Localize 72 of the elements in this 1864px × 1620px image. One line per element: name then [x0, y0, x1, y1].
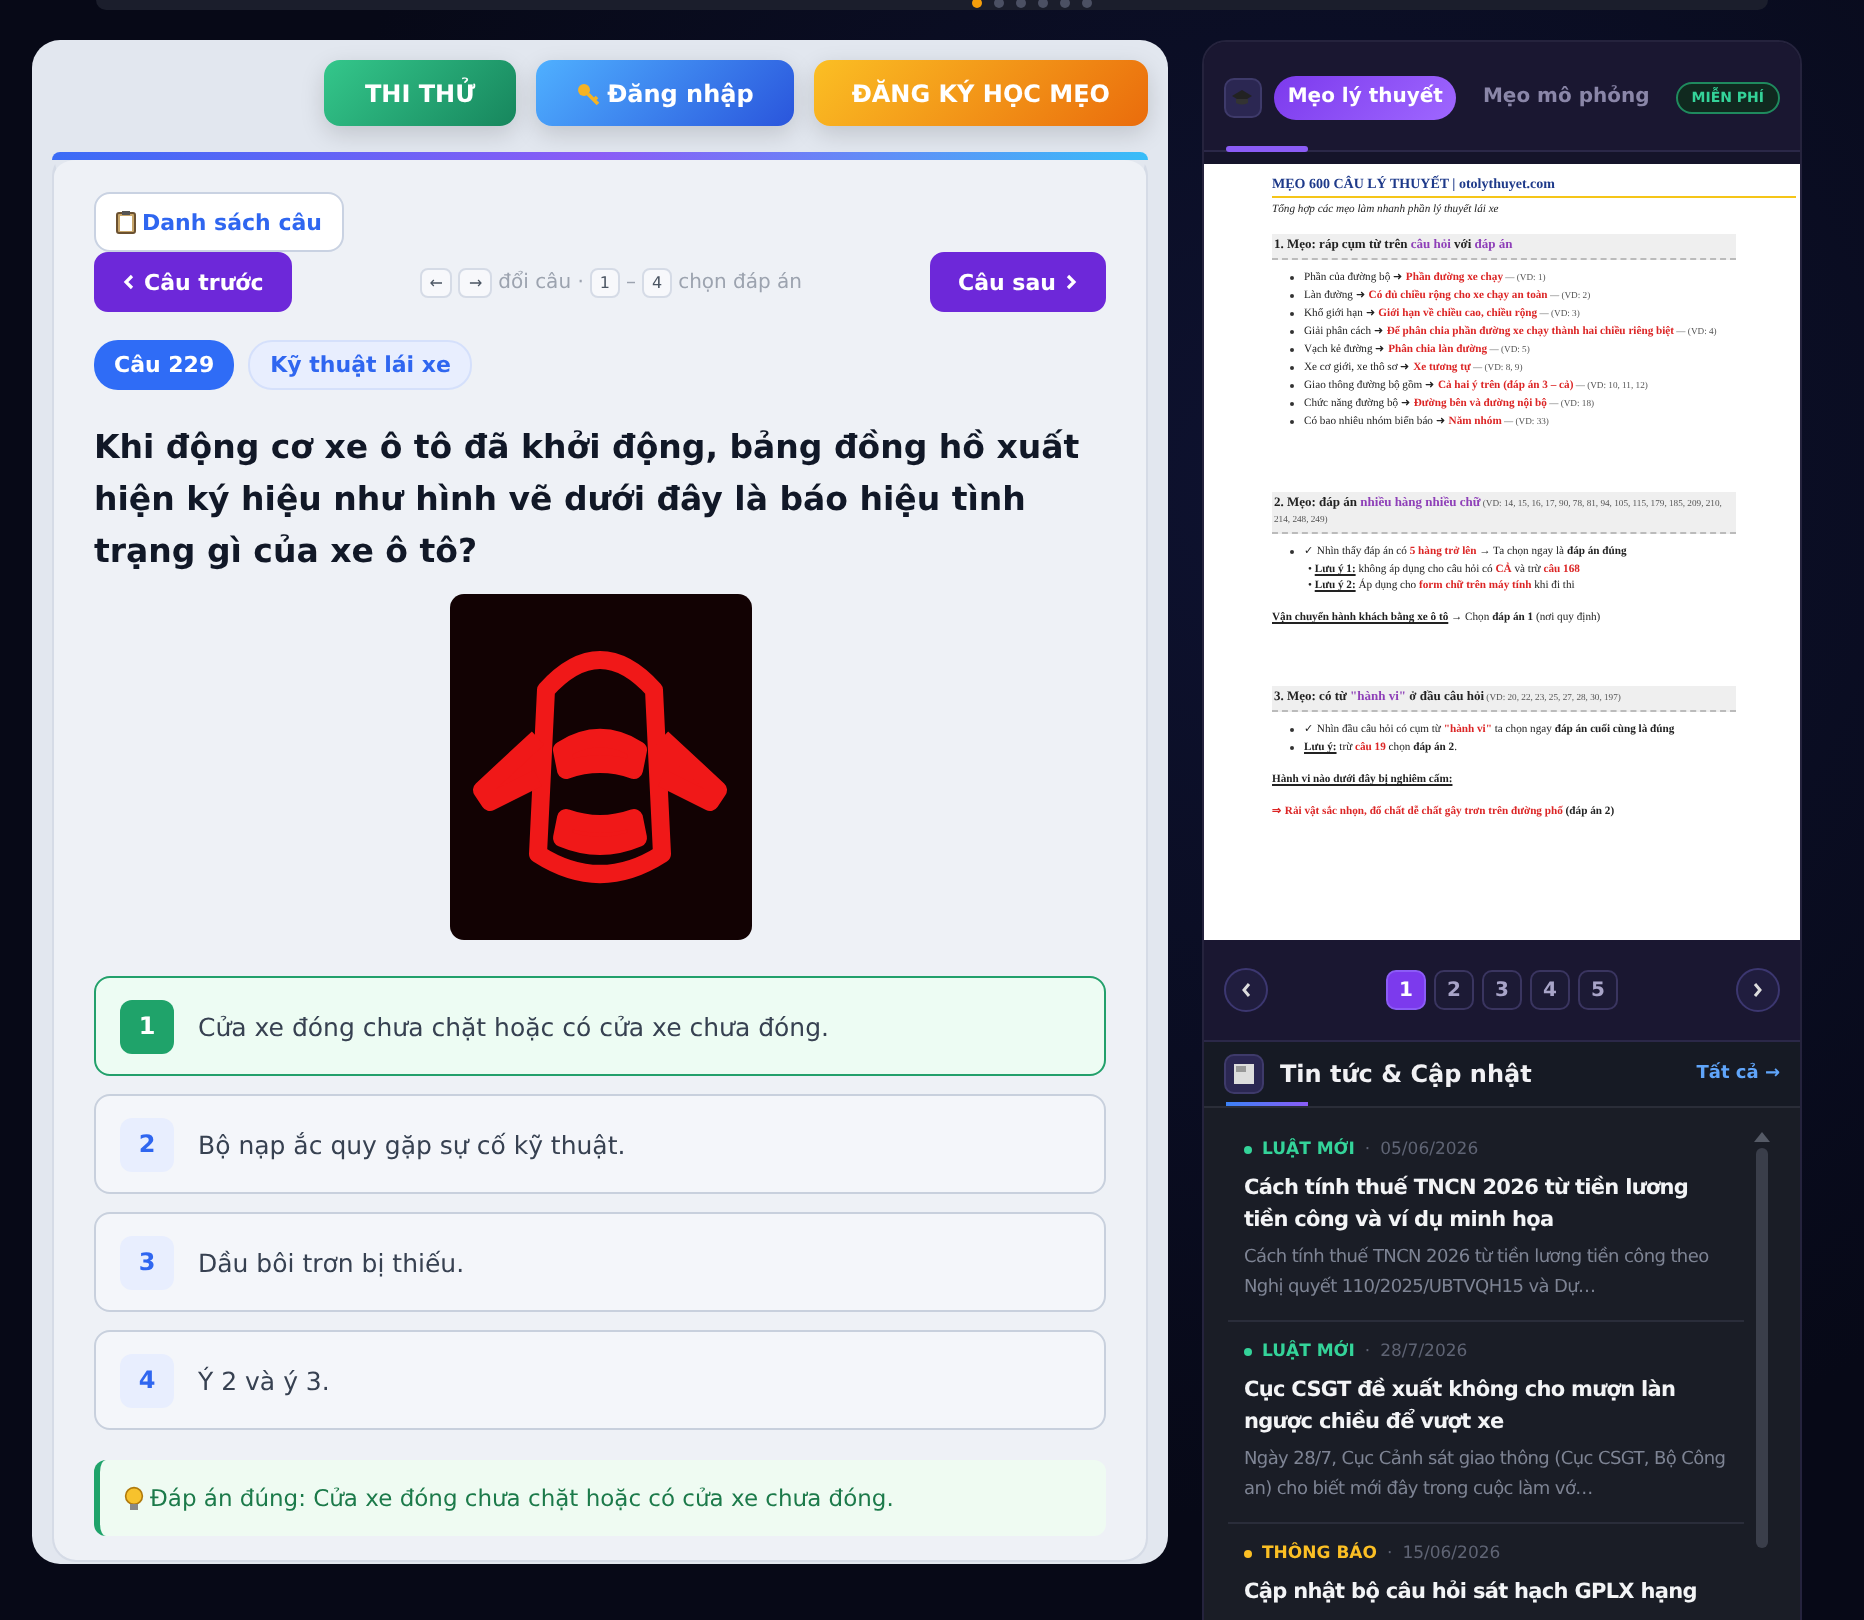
page-button[interactable]: 2 [1434, 970, 1474, 1010]
chevron-right-icon [1752, 982, 1764, 998]
answer-number: 4 [120, 1353, 174, 1407]
header-button[interactable]: Đăng nhập [535, 60, 794, 126]
page-button[interactable]: 5 [1578, 970, 1618, 1010]
chevron-right-icon [1065, 274, 1078, 290]
news-date: 28/7/2026 [1380, 1342, 1468, 1362]
question-number: Câu 229 [94, 340, 235, 390]
answer-number: 2 [120, 1117, 174, 1171]
key-hint: 4 [641, 267, 673, 297]
carousel-dot[interactable] [994, 0, 1004, 8]
answer-number: 1 [120, 999, 174, 1053]
see-all-link[interactable]: Tất cả → [1696, 1064, 1780, 1084]
separator-dot: · [1364, 1140, 1371, 1160]
news-headline: Cục CSGT đề xuất không cho mượn làn ngược chiều để vượt xe [1244, 1375, 1678, 1438]
question-list-button[interactable]: Danh sách câu [94, 192, 344, 252]
chevron-left-icon [122, 274, 134, 290]
page-button[interactable]: 4 [1530, 970, 1570, 1010]
correct-answer-text: Đáp án đúng: Cửa xe đóng chưa chặt hoặc có cửa xe chưa đóng. [150, 1484, 894, 1512]
answer-option[interactable]: 3 Dầu bôi trơn bị thiếu. [94, 1212, 1106, 1312]
news-headline: Cập nhật bộ câu hỏi sát hạch GPLX hạng [1244, 1578, 1699, 1608]
previous-page-button[interactable] [1224, 968, 1268, 1012]
hint-text: đổi câu · [498, 271, 584, 293]
key-hint: 1 [589, 267, 620, 297]
scroll-up-icon[interactable] [1754, 1132, 1770, 1142]
hint-text: – [625, 271, 636, 293]
news-item[interactable]: THÔNG BÁO · 15/06/2026 Cập nhật bộ câu hỏi sát hạch GPLX hạng [1228, 1536, 1744, 1620]
next-page-button[interactable] [1736, 968, 1780, 1012]
car-door-icon [449, 594, 751, 940]
answer-text: Dầu bôi trơn bị thiếu. [198, 1247, 465, 1277]
news-item[interactable]: LUẬT MỚI · 05/06/2026 Cách tính thuế TNCN 2026 từ tiền lương tiền công và ví dụ minh họa Cách tính thuế TNCN 2026 từ tiền lương tiền công theo Nghị quyết 110/2025/UBTVQH15 và Dự… [1228, 1132, 1744, 1322]
news-tag: LUẬT MỚI [1262, 1140, 1355, 1160]
carousel-dot[interactable] [972, 0, 982, 8]
lightbulb-icon [124, 1485, 144, 1511]
news-tag: THÔNG BÁO [1262, 1544, 1377, 1564]
answer-text: Ý 2 và ý 3. [198, 1365, 330, 1395]
carousel-dot[interactable] [1016, 0, 1026, 8]
news-tag: LUẬT MỚI [1262, 1342, 1355, 1362]
question-text: Khi động cơ xe ô tô đã khởi động, bảng đồng hồ xuất hiện ký hiệu như hình vẽ dưới đây là báo hiệu tình trạng gì của xe ô tô? [94, 426, 1082, 574]
chevron-left-icon [1240, 982, 1252, 998]
news-date: 05/06/2026 [1380, 1140, 1479, 1160]
answer-text: Bộ nạp ắc quy gặp sự cố kỹ thuật. [198, 1129, 626, 1159]
key-hint: ← [419, 267, 453, 297]
graduation-cap-icon [1224, 77, 1262, 118]
news-item[interactable]: LUẬT MỚI · 28/7/2026 Cục CSGT đề xuất không cho mượn làn ngược chiều để vượt xe Ngày 28/7, Cục Cảnh sát giao thông (Cục CSGT, Bộ Công an) cho biết mới đây trong cuộc làm vớ… [1228, 1334, 1744, 1524]
next-button[interactable]: Câu sau [930, 252, 1106, 312]
answer-text: Cửa xe đóng chưa chặt hoặc có cửa xe chưa đóng. [198, 1011, 829, 1041]
carousel-dot[interactable] [1082, 0, 1092, 8]
carousel-dot[interactable] [1060, 0, 1070, 8]
newspaper-icon [1224, 1054, 1264, 1094]
news-excerpt: Ngày 28/7, Cục Cảnh sát giao thông (Cục CSGT, Bộ Công an) cho biết mới đây trong cuộc làm vớ… [1244, 1447, 1728, 1504]
news-date: 15/06/2026 [1402, 1544, 1501, 1564]
answer-option[interactable]: 4 Ý 2 và ý 3. [94, 1330, 1106, 1430]
separator-dot: · [1386, 1544, 1393, 1564]
page-button[interactable]: 3 [1482, 970, 1522, 1010]
news-title: Tin tức & Cập nhật [1280, 1060, 1532, 1088]
tab[interactable]: Mẹo mô phỏng [1468, 75, 1664, 120]
news-excerpt: Cách tính thuế TNCN 2026 từ tiền lương tiền công theo Nghị quyết 110/2025/UBTVQH15 và Dự… [1244, 1244, 1711, 1302]
topic-tag: Kỹ thuật lái xe [248, 340, 473, 390]
news-headline: Cách tính thuế TNCN 2026 từ tiền lương tiền công và ví dụ minh họa [1244, 1173, 1691, 1236]
separator-dot: · [1364, 1342, 1371, 1362]
previous-button[interactable]: Câu trước [94, 252, 292, 312]
answer-number: 3 [120, 1235, 174, 1289]
clipboard-icon [116, 210, 136, 234]
tab[interactable]: Mẹo lý thuyết [1273, 75, 1457, 120]
hint-text: chọn đáp án [678, 271, 803, 293]
answer-option[interactable]: 2 Bộ nạp ắc quy gặp sự cố kỹ thuật. [94, 1094, 1106, 1194]
carousel-dot[interactable] [1038, 0, 1048, 8]
answer-option[interactable]: 1 Cửa xe đóng chưa chặt hoặc có cửa xe chưa đóng. [94, 976, 1106, 1076]
page-button[interactable]: 1 [1386, 970, 1426, 1010]
key-icon [575, 81, 600, 105]
key-hint: → [458, 267, 493, 297]
